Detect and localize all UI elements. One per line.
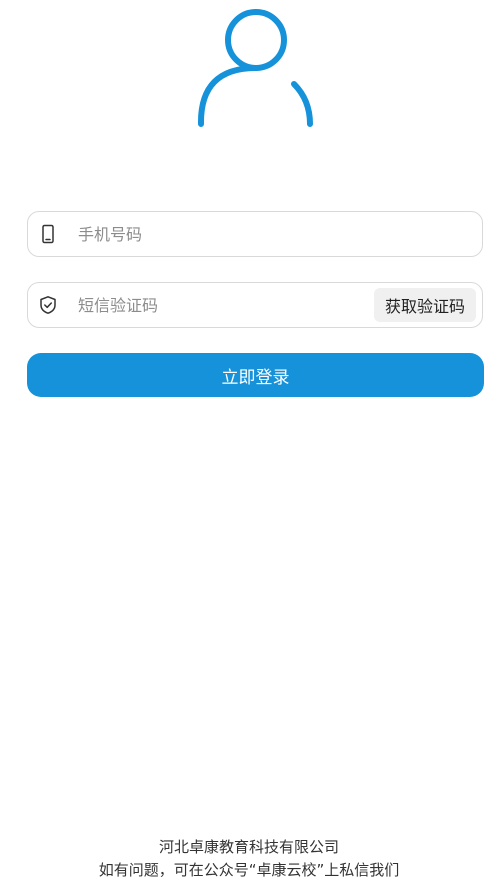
shield-check-icon <box>40 296 56 314</box>
user-avatar-icon <box>197 9 313 127</box>
get-code-button[interactable]: 获取验证码 <box>374 288 476 322</box>
login-page: 获取验证码 立即登录 河北卓康教育科技有限公司 如有问题，可在公众号“卓康云校”… <box>0 0 498 883</box>
code-field: 获取验证码 <box>27 282 483 328</box>
company-name: 河北卓康教育科技有限公司 <box>158 838 339 856</box>
mobile-phone-icon <box>42 224 54 244</box>
help-text: 如有问题，可在公众号“卓康云校”上私信我们 <box>98 861 400 879</box>
sms-code-input[interactable] <box>78 283 358 327</box>
footer: 河北卓康教育科技有限公司 如有问题，可在公众号“卓康云校”上私信我们 <box>0 836 498 882</box>
phone-input[interactable] <box>78 212 458 256</box>
login-button[interactable]: 立即登录 <box>27 353 484 397</box>
phone-field <box>27 211 483 257</box>
